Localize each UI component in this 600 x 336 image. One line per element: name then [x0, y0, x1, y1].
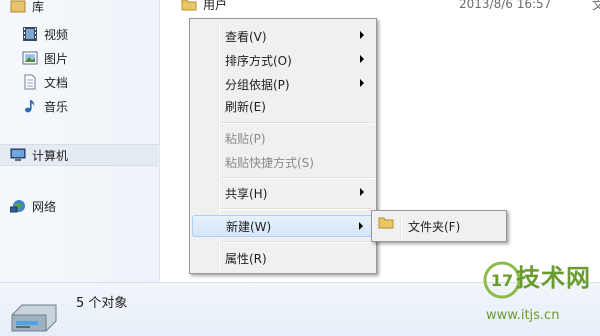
submenu-arrow-icon [360, 31, 364, 39]
menu-item-label: 分组依据(P) [225, 77, 290, 92]
navigation-pane: 库 视频 图片 文档 音乐 计算机 网络 [0, 0, 160, 282]
nav-item-label: 计算机 [32, 148, 69, 163]
object-count: 5 个对象 [76, 296, 128, 311]
menu-item-sort[interactable]: 排序方式(O) [192, 49, 374, 71]
nav-item-music[interactable]: 音乐 [22, 95, 68, 117]
nav-item-videos[interactable]: 视频 [22, 23, 68, 45]
watermark-logo-text: 17 [491, 271, 513, 290]
nav-item-label: 视频 [44, 27, 69, 42]
nav-item-pictures[interactable]: 图片 [22, 47, 68, 69]
menu-item-label: 粘贴快捷方式(S) [225, 155, 314, 170]
nav-item-label: 文档 [44, 75, 69, 90]
nav-item-library[interactable]: 库 [10, 0, 44, 17]
library-icon [10, 0, 26, 14]
menu-item-view[interactable]: 查看(V) [192, 25, 374, 47]
menu-item-label: 排序方式(O) [225, 53, 292, 68]
menu-item-label: 粘贴(P) [225, 131, 266, 146]
submenu-arrow-icon [359, 222, 363, 230]
menu-item-label: 刷新(E) [225, 99, 266, 114]
folder-icon [181, 0, 197, 11]
file-date: 2013/8/6 16:57 [459, 0, 552, 11]
drive-icon [11, 304, 57, 332]
file-name: 用户 [203, 0, 228, 12]
menu-separator [221, 122, 374, 124]
menu-item-properties[interactable]: 属性(R) [192, 247, 374, 269]
nav-item-documents[interactable]: 文档 [22, 71, 68, 93]
nav-item-label: 网络 [32, 199, 57, 214]
picture-icon [22, 50, 38, 66]
new-submenu: 文件夹(F) [371, 210, 507, 242]
menu-item-group[interactable]: 分组依据(P) [192, 73, 374, 95]
menu-item-new[interactable]: 新建(W) [192, 215, 374, 237]
nav-item-label: 库 [32, 0, 45, 14]
document-icon [22, 74, 38, 90]
nav-item-computer[interactable]: 计算机 [0, 144, 158, 166]
menu-item-refresh[interactable]: 刷新(E) [192, 95, 374, 117]
computer-icon [10, 147, 26, 163]
menu-item-new-folder[interactable]: 文件夹(F) [374, 215, 504, 237]
submenu-arrow-icon [360, 188, 364, 196]
video-icon [22, 26, 38, 42]
nav-item-network[interactable]: 网络 [9, 195, 57, 217]
nav-item-label: 音乐 [44, 99, 69, 114]
menu-item-paste-shortcut: 粘贴快捷方式(S) [192, 151, 374, 173]
menu-item-label: 文件夹(F) [408, 219, 461, 234]
watermark: 17 技术网 www.itjs.cn [470, 258, 600, 336]
file-row[interactable]: 用户 2013/8/6 16:57 文 [181, 0, 600, 14]
nav-item-label: 图片 [44, 51, 69, 66]
menu-item-share[interactable]: 共享(H) [192, 182, 374, 204]
menu-item-label: 属性(R) [225, 251, 267, 266]
menu-item-label: 查看(V) [225, 29, 267, 44]
menu-separator [221, 208, 374, 210]
menu-separator [221, 241, 374, 243]
watermark-url: www.itjs.cn [486, 308, 560, 323]
network-icon [9, 198, 26, 214]
menu-item-label: 新建(W) [226, 219, 272, 234]
file-type: 文 [592, 0, 600, 12]
watermark-title: 技术网 [516, 264, 591, 292]
menu-item-label: 共享(H) [225, 186, 268, 201]
context-menu: 查看(V) 排序方式(O) 分组依据(P) 刷新(E) 粘贴(P) 粘贴快捷方式… [189, 18, 377, 274]
menu-separator [221, 177, 374, 179]
submenu-arrow-icon [360, 79, 364, 87]
music-icon [22, 98, 38, 114]
submenu-arrow-icon [360, 55, 364, 63]
menu-item-paste: 粘贴(P) [192, 127, 374, 149]
